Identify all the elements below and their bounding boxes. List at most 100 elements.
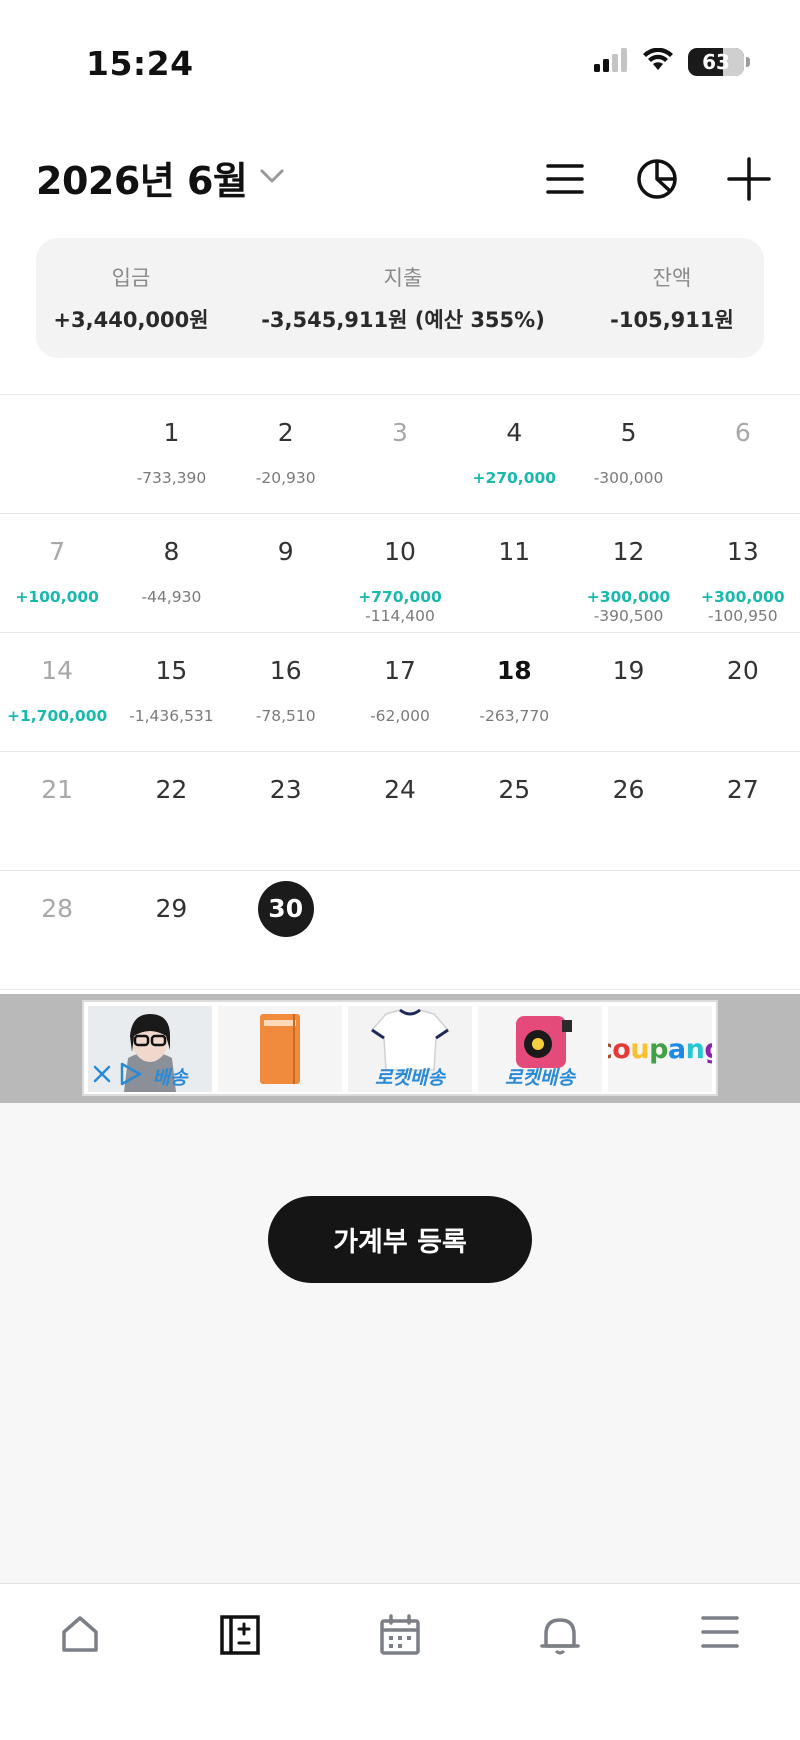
day-expense: -114,400 — [365, 607, 435, 625]
day-number: 1 — [114, 413, 228, 453]
calendar-day-12[interactable]: 12 +300,000 -390,500 — [571, 514, 685, 633]
calendar-day-16[interactable]: 16 -78,510 — [229, 633, 343, 752]
calendar-day-17[interactable]: 17 -62,000 — [343, 633, 457, 752]
day-number-text: 14 — [41, 656, 74, 685]
calendar-day-29[interactable]: 29 — [114, 871, 228, 990]
calendar-day-24[interactable]: 24 — [343, 752, 457, 871]
day-amounts: +300,000 -390,500 — [571, 588, 685, 626]
day-expense: -100,950 — [707, 607, 778, 625]
day-number: 8 — [114, 532, 228, 572]
summary-card: 입금 +3,440,000원 지출 -3,545,911원 (예산 355%) … — [36, 238, 764, 358]
calendar-icon[interactable] — [365, 1614, 435, 1684]
balance-value: -105,911원 — [610, 308, 734, 332]
ledger-icon[interactable] — [205, 1614, 275, 1684]
status-bar: 15:24 63 — [0, 0, 800, 110]
bell-icon[interactable] — [525, 1614, 595, 1684]
calendar-day-22[interactable]: 22 — [114, 752, 228, 871]
day-number-text: 15 — [155, 656, 188, 685]
bottom-nav — [0, 1583, 800, 1740]
calendar-day-18[interactable]: 18 -263,770 — [457, 633, 571, 752]
calendar-day-4[interactable]: 4 +270,000 — [457, 395, 571, 514]
day-number: 26 — [571, 770, 685, 810]
calendar-day-1[interactable]: 1 -733,390 — [114, 395, 228, 514]
day-amounts: +1,700,000 — [0, 707, 114, 726]
calendar-day-empty — [571, 871, 685, 990]
calendar-week: 1 -733,390 2 -20,930 3 4 +270,000 5 -300,000 6 — [0, 394, 800, 513]
plus-icon[interactable] — [718, 148, 780, 210]
balance-label: 잔액 — [652, 266, 692, 290]
ad-badge: 배송 — [152, 1067, 188, 1089]
calendar-day-11[interactable]: 11 — [457, 514, 571, 633]
day-number-text: 8 — [163, 537, 180, 566]
day-number-text: 29 — [155, 894, 188, 923]
calendar-day-2[interactable]: 2 -20,930 — [229, 395, 343, 514]
day-number: 9 — [229, 532, 343, 572]
calendar-day-26[interactable]: 26 — [571, 752, 685, 871]
day-amounts: -44,930 — [114, 588, 228, 607]
ad-badge: 로켓배송 — [505, 1067, 575, 1089]
day-number: 13 — [686, 532, 800, 572]
pie-chart-icon[interactable] — [626, 148, 688, 210]
ad-product-tape[interactable]: 로켓배송 — [478, 1006, 602, 1092]
calendar-day-9[interactable]: 9 — [229, 514, 343, 633]
calendar-week: 7 +100,000 8 -44,930 9 10 +770,000 -114,400 11 12… — [0, 513, 800, 632]
ad-box[interactable]: 배송 로켓배송 로켓배송 oupan — [82, 1000, 718, 1096]
month-selector[interactable]: 2026년 6월 — [36, 150, 285, 205]
ad-banner: 배송 로켓배송 로켓배송 oupan — [0, 994, 800, 1103]
calendar-day-5[interactable]: 5 -300,000 — [571, 395, 685, 514]
day-number-text: 21 — [41, 775, 74, 804]
day-number-text: 18 — [496, 656, 532, 685]
calendar-day-10[interactable]: 10 +770,000 -114,400 — [343, 514, 457, 633]
calendar-day-empty — [0, 395, 114, 514]
day-number-text: 11 — [498, 537, 531, 566]
calendar-day-3[interactable]: 3 — [343, 395, 457, 514]
ad-product-tshirt[interactable]: 로켓배송 — [348, 1006, 472, 1092]
calendar-day-13[interactable]: 13 +300,000 -100,950 — [686, 514, 800, 633]
day-number: 2 — [229, 413, 343, 453]
month-title: 2026년 6월 — [36, 159, 248, 203]
battery-level: 63 — [702, 50, 730, 74]
calendar-day-14[interactable]: 14 +1,700,000 — [0, 633, 114, 752]
day-number-text: 6 — [734, 418, 751, 447]
day-number: 10 — [343, 532, 457, 572]
calendar-day-23[interactable]: 23 — [229, 752, 343, 871]
coupang-letter: a — [667, 1033, 686, 1065]
ad-product-glasses[interactable]: 배송 — [88, 1006, 212, 1092]
day-number: 28 — [0, 889, 114, 929]
calendar-day-empty — [686, 871, 800, 990]
day-number — [0, 413, 114, 453]
day-number — [571, 889, 685, 929]
calendar-day-21[interactable]: 21 — [0, 752, 114, 871]
calendar-day-28[interactable]: 28 — [0, 871, 114, 990]
menu-icon[interactable] — [685, 1614, 755, 1684]
day-number-text: 5 — [620, 418, 637, 447]
close-icon[interactable] — [92, 1064, 112, 1088]
day-number-text: 19 — [612, 656, 645, 685]
calendar-day-27[interactable]: 27 — [686, 752, 800, 871]
calendar-day-15[interactable]: 15 -1,436,531 — [114, 633, 228, 752]
register-ledger-button[interactable]: 가계부 등록 — [268, 1196, 532, 1283]
coupang-logo[interactable]: coupang — [608, 1006, 712, 1092]
day-number-text: 24 — [384, 775, 416, 804]
day-number: 15 — [114, 651, 228, 691]
calendar-day-30[interactable]: 30 — [229, 871, 343, 990]
calendar-day-20[interactable]: 20 — [686, 633, 800, 752]
calendar-day-25[interactable]: 25 — [457, 752, 571, 871]
day-number-text: 2 — [277, 418, 294, 447]
day-number-text: 10 — [384, 537, 416, 566]
calendar-week: 21 22 23 24 25 26 27 — [0, 751, 800, 870]
day-amounts: -20,930 — [229, 469, 343, 488]
home-icon[interactable] — [45, 1614, 115, 1684]
calendar-day-19[interactable]: 19 — [571, 633, 685, 752]
day-number-text: 1 — [163, 418, 180, 447]
calendar-day-7[interactable]: 7 +100,000 — [0, 514, 114, 633]
day-amounts: -62,000 — [343, 707, 457, 726]
list-icon[interactable] — [534, 148, 596, 210]
day-number-text: 23 — [269, 775, 302, 804]
calendar-day-6[interactable]: 6 — [686, 395, 800, 514]
day-number: 21 — [0, 770, 114, 810]
header-actions — [534, 148, 780, 210]
day-number-text: 7 — [49, 537, 66, 566]
calendar-day-8[interactable]: 8 -44,930 — [114, 514, 228, 633]
ad-product-notebook[interactable] — [218, 1006, 342, 1092]
